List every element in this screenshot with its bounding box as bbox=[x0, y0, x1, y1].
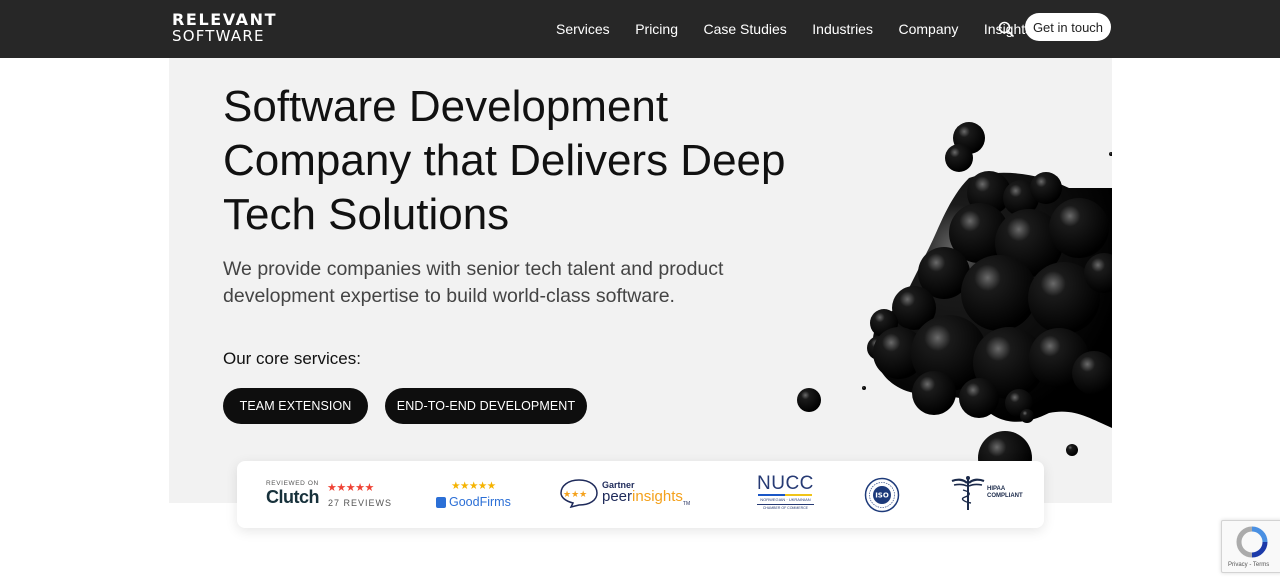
goodfirms-logo: GoodFirms bbox=[436, 495, 511, 509]
clutch-stars: ★★★★★ bbox=[327, 482, 374, 494]
nav-item-case-studies[interactable]: Case Studies bbox=[703, 21, 786, 37]
hero-subtitle-line: We provide companies with senior tech ta… bbox=[223, 258, 724, 280]
get-in-touch-button[interactable]: Get in touch bbox=[1025, 13, 1111, 41]
hero-subtitle: We provide companies with senior tech ta… bbox=[223, 256, 743, 310]
nav-item-industries[interactable]: Industries bbox=[812, 21, 873, 37]
nucc-flag-bar bbox=[758, 494, 813, 496]
gartner-peer-insights-badge[interactable]: ★★★ Gartner peerinsightsTM bbox=[559, 478, 690, 508]
hipaa-compliant-badge[interactable]: HIPAA COMPLIANT bbox=[951, 475, 1023, 511]
insights-word: insights bbox=[632, 487, 683, 505]
recaptcha-badge[interactable]: Privacy - Terms bbox=[1221, 520, 1280, 573]
nav-item-company[interactable]: Company bbox=[898, 21, 958, 37]
nav-item-services[interactable]: Services bbox=[556, 21, 610, 37]
clutch-badge[interactable]: REVIEWED ON Clutch ★★★★★ 27 REVIEWS bbox=[266, 480, 391, 508]
search-icon[interactable] bbox=[998, 21, 1014, 37]
clutch-review-count: 27 REVIEWS bbox=[328, 498, 393, 508]
nav-item-pricing[interactable]: Pricing bbox=[635, 21, 678, 37]
hero-section: Software Development Company that Delive… bbox=[169, 58, 1112, 503]
goodfirms-label: GoodFirms bbox=[449, 495, 511, 509]
gartner-stars: ★★★ bbox=[563, 490, 587, 500]
relevant-software-logo[interactable]: RELEVANT SOFTWARE bbox=[172, 12, 277, 44]
gartner-speech-bubble-icon: ★★★ bbox=[560, 479, 598, 508]
goodfirms-stars: ★★★★★ bbox=[451, 480, 496, 492]
hero-title-line: Tech Solutions bbox=[223, 190, 510, 239]
hero-subtitle-line: development expertise to build world-cla… bbox=[223, 285, 675, 307]
logo-word-bottom: SOFTWARE bbox=[172, 27, 265, 45]
goodfirms-badge[interactable]: ★★★★★ GoodFirms bbox=[436, 480, 511, 509]
nucc-logo: NUCC bbox=[757, 473, 814, 494]
core-services-label: Our core services: bbox=[223, 349, 361, 368]
caduceus-icon bbox=[951, 476, 985, 510]
hipaa-line2: COMPLIANT bbox=[987, 493, 1023, 499]
peer-insights-logo: peerinsightsTM bbox=[602, 488, 690, 507]
main-nav: Services Pricing Case Studies Industries… bbox=[556, 0, 1058, 58]
clutch-reviewed-on: REVIEWED ON bbox=[266, 480, 319, 487]
logo-word-top: RELEVANT bbox=[172, 10, 278, 29]
hipaa-label: HIPAA COMPLIANT bbox=[987, 486, 1023, 500]
clutch-logo: Clutch bbox=[266, 487, 320, 507]
trust-badges-strip: REVIEWED ON Clutch ★★★★★ 27 REVIEWS ★★★★… bbox=[237, 461, 1044, 528]
nucc-subtitle: NORWEGIAN · UKRAINIAN bbox=[760, 497, 811, 502]
hero-title-line: Software Development bbox=[223, 82, 669, 131]
team-extension-button[interactable]: TEAM EXTENSION bbox=[223, 388, 368, 424]
recaptcha-icon bbox=[1236, 526, 1268, 558]
hero-title-line: Company that Delivers Deep bbox=[223, 136, 786, 185]
recaptcha-links[interactable]: Privacy - Terms bbox=[1228, 562, 1269, 568]
peer-word: peer bbox=[602, 487, 633, 505]
hipaa-line1: HIPAA bbox=[987, 486, 1006, 492]
site-header: RELEVANT SOFTWARE Services Pricing Case … bbox=[0, 0, 1280, 58]
end-to-end-development-button[interactable]: END-TO-END DEVELOPMENT bbox=[385, 388, 587, 424]
nucc-subtitle-2: CHAMBER OF COMMERCE bbox=[757, 504, 814, 510]
hero-title: Software Development Company that Delive… bbox=[223, 80, 803, 242]
trademark-mark: TM bbox=[682, 500, 691, 507]
nucc-badge[interactable]: NUCC NORWEGIAN · UKRAINIAN CHAMBER OF CO… bbox=[757, 473, 814, 510]
iso-certified-badge[interactable]: ISO bbox=[864, 477, 900, 513]
iso-label: ISO bbox=[875, 492, 889, 500]
goodfirms-icon bbox=[436, 496, 446, 508]
